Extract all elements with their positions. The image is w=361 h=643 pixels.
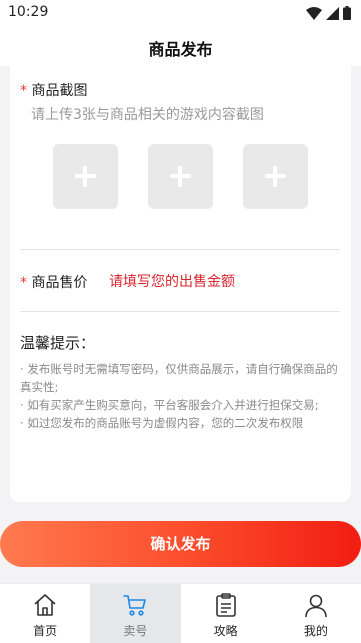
home-icon xyxy=(34,594,56,616)
battery-icon xyxy=(343,6,351,20)
tip-item: · 如有买家产生购买意向，平台客服会介入并进行担保交易; xyxy=(20,398,319,412)
bottom-tab-bar: 首页 卖号 攻略 我的 xyxy=(0,583,361,643)
clipboard-icon xyxy=(215,593,236,617)
screenshots-label: * 商品截图 xyxy=(20,80,87,100)
screenshots-label-text: 商品截图 xyxy=(31,83,88,99)
price-label-text: 商品售价 xyxy=(31,275,88,291)
upload-slot-2[interactable] xyxy=(148,144,213,209)
tips-title: 温馨提示： xyxy=(20,334,96,352)
tips-list: · 发布账号时无需填写密码，仅供商品展示，请自行确保商品的真实性; · 如有买家… xyxy=(20,360,345,432)
confirm-publish-button[interactable]: 确认发布 xyxy=(0,521,361,567)
status-icons xyxy=(306,6,351,20)
status-time: 10:29 xyxy=(8,4,49,20)
tab-mine[interactable]: 我的 xyxy=(271,584,361,643)
tab-label: 攻略 xyxy=(213,624,238,638)
tip-item: · 发布账号时无需填写密码，仅供商品展示，请自行确保商品的真实性; xyxy=(20,362,338,394)
plus-icon-stem xyxy=(83,166,87,187)
plus-icon-stem xyxy=(178,166,182,187)
price-input[interactable]: 请填写您的出售金额 xyxy=(109,271,235,291)
required-mark: * xyxy=(20,275,27,291)
tab-guide[interactable]: 攻略 xyxy=(181,584,271,643)
page-title: 商品发布 xyxy=(148,40,213,59)
publish-form-card: * 商品截图 请上传3张与商品相关的游戏内容截图 * 商品售价 请填写您的出售金… xyxy=(10,66,351,502)
upload-slot-1[interactable] xyxy=(53,144,118,209)
cart-icon xyxy=(123,595,147,616)
tab-label: 卖号 xyxy=(123,624,148,638)
tip-item: · 如过您发布的商品账号为虚假内容，您的二次发布权限 xyxy=(20,416,304,430)
required-mark: * xyxy=(20,83,27,99)
tab-label: 首页 xyxy=(33,624,58,638)
wifi-icon xyxy=(306,6,322,20)
divider xyxy=(20,249,340,250)
user-icon xyxy=(305,594,327,618)
tab-home[interactable]: 首页 xyxy=(0,584,90,643)
plus-icon-stem xyxy=(273,166,277,187)
price-label: * 商品售价 xyxy=(20,272,87,292)
divider xyxy=(20,311,340,312)
signal-icon xyxy=(326,6,339,20)
nav-bar: 商品发布 xyxy=(0,26,361,66)
upload-slot-3[interactable] xyxy=(243,144,308,209)
status-bar: 10:29 xyxy=(0,0,361,26)
tab-label: 我的 xyxy=(303,624,328,638)
screenshots-hint: 请上传3张与商品相关的游戏内容截图 xyxy=(31,107,264,123)
tab-sell-account[interactable]: 卖号 xyxy=(90,584,181,643)
